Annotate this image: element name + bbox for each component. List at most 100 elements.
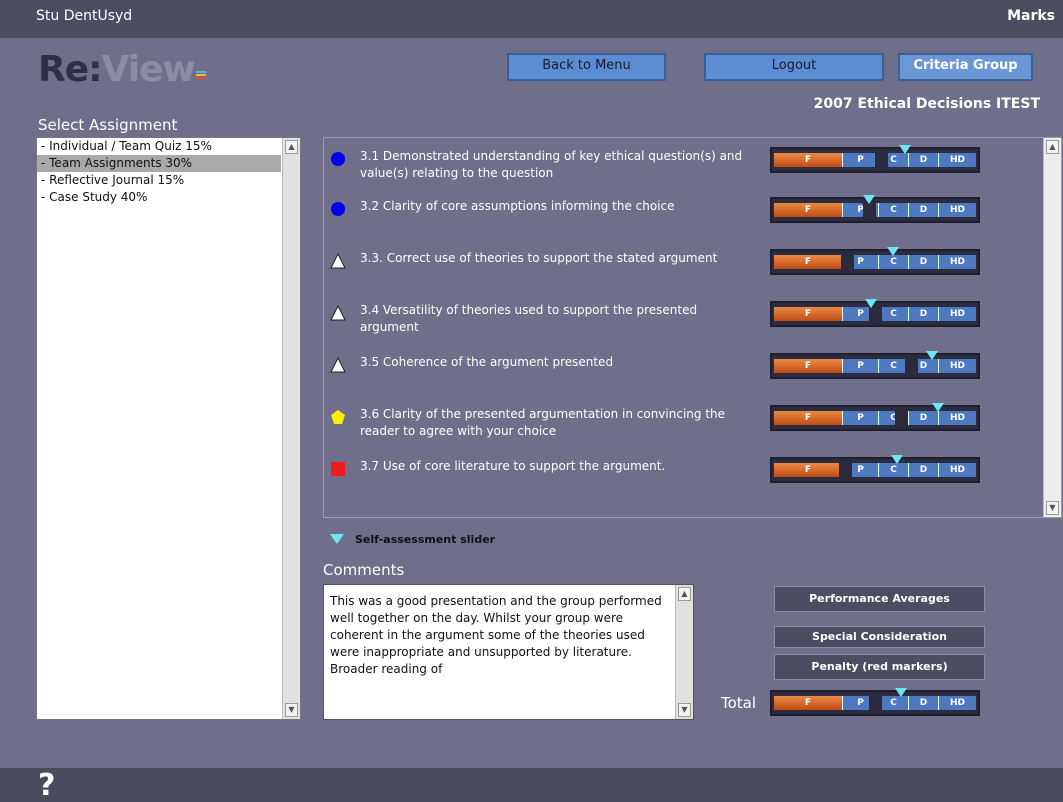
- assignment-scrollbar[interactable]: ▲ ▼: [282, 138, 300, 719]
- criterion-row: 3.4 Versatility of theories used to supp…: [324, 297, 1044, 347]
- grade-c: C: [878, 203, 908, 217]
- grade-f: F: [774, 307, 842, 321]
- criterion-circle-icon: [330, 201, 345, 216]
- grade-p: P: [842, 359, 878, 373]
- comments-box[interactable]: This was a good presentation and the gro…: [323, 584, 694, 720]
- penalty-button[interactable]: Penalty (red markers): [774, 654, 985, 680]
- grade-p: P: [842, 153, 878, 167]
- total-grade-slider[interactable]: F P C D HD: [770, 688, 980, 716]
- criterion-pentagon-icon: [330, 409, 345, 424]
- grade-hd: HD: [938, 411, 976, 425]
- criterion-row: 3.2 Clarity of core assumptions informin…: [324, 193, 1044, 243]
- scroll-down-icon[interactable]: ▼: [1046, 501, 1059, 515]
- criterion-grade-slider[interactable]: F P C D HD: [770, 455, 980, 483]
- self-assessment-marker-icon: [330, 534, 344, 544]
- grade-d: D: [908, 463, 938, 477]
- grade-c: C: [878, 463, 908, 477]
- logo-dash-icon: [195, 71, 206, 83]
- scale-track: F P C D HD: [774, 359, 976, 373]
- self-assessment-marker-icon[interactable]: [931, 403, 944, 412]
- criterion-square-icon: [330, 461, 345, 476]
- assignment-item[interactable]: - Reflective Journal 15%: [37, 172, 281, 189]
- self-assessment-marker-icon[interactable]: [887, 247, 900, 256]
- help-icon[interactable]: ?: [38, 768, 55, 802]
- self-assessment-marker-icon[interactable]: [899, 145, 912, 154]
- grade-d: D: [908, 696, 938, 710]
- scroll-down-icon[interactable]: ▼: [678, 703, 691, 717]
- grade-d: D: [908, 153, 938, 167]
- criterion-circle-icon: [330, 151, 345, 166]
- comments-scrollbar[interactable]: ▲ ▼: [675, 585, 693, 719]
- scroll-up-icon[interactable]: ▲: [285, 140, 298, 154]
- criterion-grade-slider[interactable]: F P C D HD: [770, 145, 980, 173]
- self-assessment-marker-icon[interactable]: [891, 455, 904, 464]
- performance-averages-button[interactable]: Performance Averages: [774, 586, 985, 612]
- assignment-item[interactable]: - Individual / Team Quiz 15%: [37, 138, 281, 155]
- grade-f: F: [774, 463, 842, 477]
- tutor-mark-handle[interactable]: [869, 693, 882, 713]
- criterion-row: 3.6 Clarity of the presented argumentati…: [324, 401, 1044, 451]
- self-assessment-marker-icon[interactable]: [895, 688, 908, 697]
- grade-d: D: [908, 203, 938, 217]
- self-assessment-marker-icon[interactable]: [862, 195, 875, 204]
- scroll-up-icon[interactable]: ▲: [678, 587, 691, 601]
- criterion-grade-slider[interactable]: F P C D HD: [770, 247, 980, 275]
- grade-c: C: [878, 696, 908, 710]
- scale-track: F P C D HD: [774, 255, 976, 269]
- tutor-mark-handle[interactable]: [905, 356, 919, 376]
- criterion-text: 3.5 Coherence of the argument presented: [360, 355, 614, 369]
- grade-f: F: [774, 255, 842, 269]
- grade-p: P: [842, 411, 878, 425]
- grade-f: F: [774, 153, 842, 167]
- grade-c: C: [878, 307, 908, 321]
- grade-hd: HD: [938, 359, 976, 373]
- grade-f: F: [774, 696, 842, 710]
- grade-c: C: [878, 359, 908, 373]
- logout-button[interactable]: Logout: [704, 53, 884, 81]
- review-logo: Re:View: [38, 48, 206, 92]
- user-name: Stu DentUsyd: [36, 8, 133, 24]
- self-assessment-legend: Self-assessment slider: [355, 533, 496, 546]
- scroll-down-icon[interactable]: ▼: [285, 703, 298, 717]
- tutor-mark-handle[interactable]: [838, 460, 852, 480]
- criterion-text: 3.3. Correct use of theories to support …: [360, 251, 718, 265]
- criteria-group-button[interactable]: Criteria Group: [898, 53, 1033, 81]
- self-assessment-marker-icon[interactable]: [925, 351, 938, 360]
- criterion-text: 3.1 Demonstrated understanding of key et…: [360, 149, 743, 180]
- special-consideration-button[interactable]: Special Consideration: [774, 626, 985, 648]
- criterion-grade-slider[interactable]: F P C D HD: [770, 195, 980, 223]
- grade-d: D: [908, 307, 938, 321]
- comments-text: This was a good presentation and the gro…: [330, 594, 662, 676]
- tutor-mark-handle[interactable]: [895, 408, 909, 428]
- grade-hd: HD: [938, 153, 976, 167]
- scale-track: F P C D HD: [774, 463, 976, 477]
- assignment-item[interactable]: - Team Assignments 30%: [37, 155, 281, 172]
- assignment-list[interactable]: - Individual / Team Quiz 15% - Team Assi…: [36, 137, 301, 720]
- scale-track: F P C D HD: [774, 411, 976, 425]
- grade-hd: HD: [938, 307, 976, 321]
- grade-d: D: [908, 255, 938, 269]
- assessment-title: 2007 Ethical Decisions ITEST: [813, 96, 1040, 112]
- tutor-mark-handle[interactable]: [875, 150, 889, 170]
- grade-hd: HD: [938, 463, 976, 477]
- criteria-scrollbar[interactable]: ▲ ▼: [1043, 138, 1061, 517]
- self-assessment-marker-icon[interactable]: [864, 299, 877, 308]
- criterion-row: 3.5 Coherence of the argument presented F…: [324, 349, 1044, 399]
- assignment-item[interactable]: - Case Study 40%: [37, 189, 281, 206]
- criterion-grade-slider[interactable]: F P C D HD: [770, 299, 980, 327]
- grade-hd: HD: [938, 203, 976, 217]
- back-to-menu-button[interactable]: Back to Menu: [507, 53, 666, 81]
- scroll-up-icon[interactable]: ▲: [1046, 140, 1059, 154]
- comments-label: Comments: [323, 561, 405, 579]
- criterion-text: 3.7 Use of core literature to support th…: [360, 459, 666, 473]
- grade-hd: HD: [938, 255, 976, 269]
- criterion-grade-slider[interactable]: F P C D HD: [770, 351, 980, 379]
- criterion-triangle-icon: [330, 304, 346, 321]
- tutor-mark-handle[interactable]: [840, 252, 854, 272]
- criteria-panel: 3.1 Demonstrated understanding of key et…: [323, 137, 1062, 518]
- grade-f: F: [774, 411, 842, 425]
- criterion-row: 3.7 Use of core literature to support th…: [324, 453, 1044, 503]
- total-label: Total: [721, 694, 757, 712]
- top-bar: Stu DentUsyd Marks: [0, 0, 1063, 38]
- criterion-grade-slider[interactable]: F P C D HD: [770, 403, 980, 431]
